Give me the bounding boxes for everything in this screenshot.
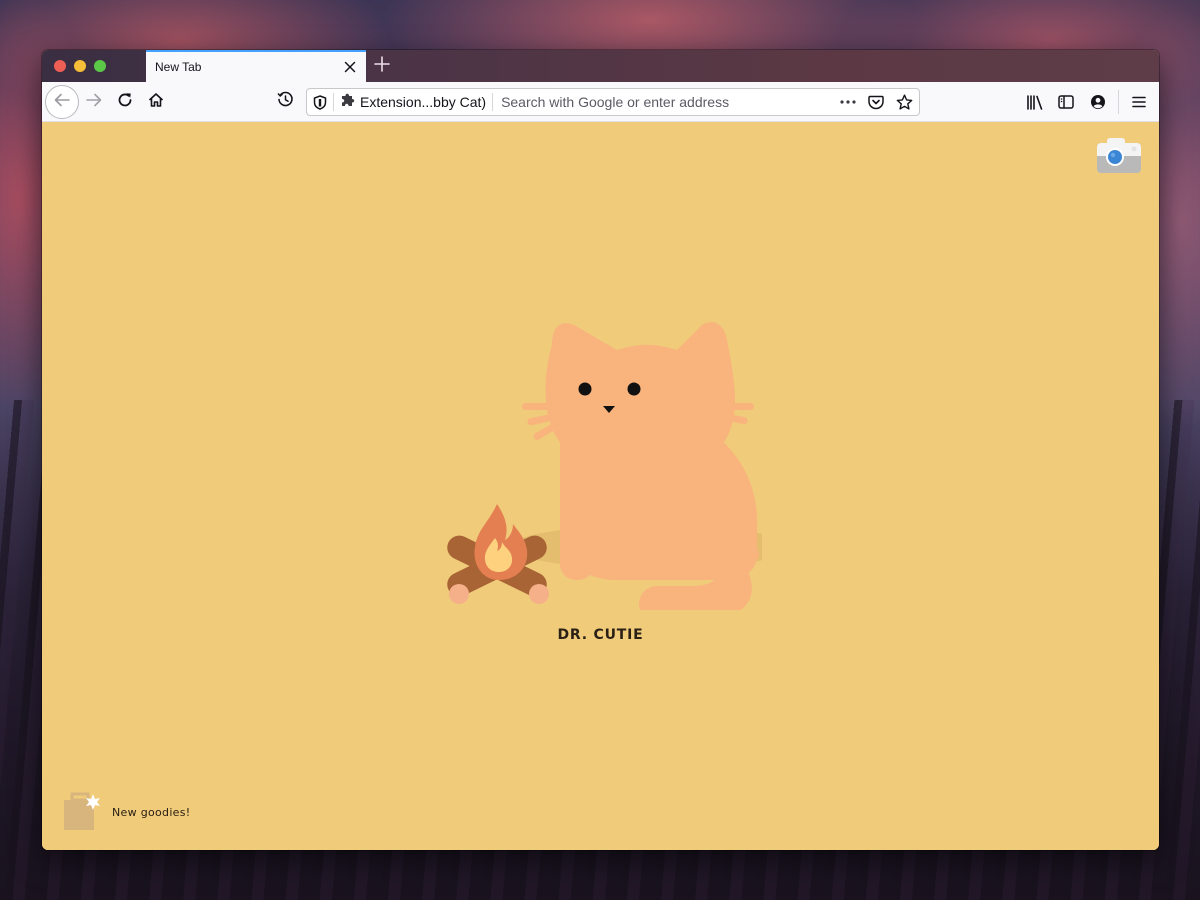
library-icon[interactable] — [1018, 86, 1050, 118]
divider — [1118, 90, 1119, 114]
campfire — [447, 504, 549, 604]
window-maximize-button[interactable] — [94, 60, 106, 72]
browser-window: New Tab Extension...bby Cat) Search with… — [42, 50, 1159, 850]
forward-button[interactable] — [78, 86, 110, 118]
pet-name: DR. CUTIE — [557, 627, 644, 643]
tab-title: New Tab — [155, 60, 202, 74]
reload-icon — [117, 92, 133, 113]
cat — [522, 322, 759, 622]
shield-icon[interactable] — [307, 89, 333, 115]
close-icon[interactable] — [338, 55, 362, 79]
home-icon — [148, 92, 164, 113]
arrow-left-icon — [53, 91, 71, 114]
pocket-icon[interactable] — [865, 91, 887, 113]
more-icon[interactable] — [837, 91, 859, 113]
window-close-button[interactable] — [54, 60, 66, 72]
home-button[interactable] — [140, 86, 172, 118]
plus-icon — [374, 55, 390, 77]
camera-icon — [1097, 138, 1141, 180]
shopping-bag-icon — [64, 790, 102, 835]
tab-bar: New Tab — [42, 50, 1159, 82]
address-bar: Extension...bby Cat) — [306, 88, 920, 116]
new-tab-button[interactable] — [368, 54, 396, 78]
new-goodies-button[interactable]: New goodies! — [64, 790, 190, 835]
window-minimize-button[interactable] — [74, 60, 86, 72]
puzzle-icon — [340, 92, 356, 113]
tab-new-tab[interactable]: New Tab — [146, 50, 366, 82]
camera-button[interactable] — [1097, 136, 1141, 176]
extension-identity[interactable]: Extension...bby Cat) — [334, 89, 492, 115]
pet-scene — [402, 310, 790, 622]
star-icon[interactable] — [893, 91, 915, 113]
extension-label: Extension...bby Cat) — [360, 94, 487, 110]
history-icon — [276, 91, 294, 113]
cat-eye-left — [578, 382, 592, 396]
goodies-label: New goodies! — [112, 806, 191, 819]
menu-icon[interactable] — [1123, 86, 1155, 118]
back-button[interactable] — [45, 85, 79, 119]
history-button[interactable] — [269, 86, 301, 118]
address-input[interactable] — [493, 89, 837, 115]
cat-eye-right — [627, 382, 641, 396]
navigation-toolbar: Extension...bby Cat) — [42, 82, 1159, 122]
account-icon[interactable] — [1082, 86, 1114, 118]
new-tab-page: DR. CUTIE New goodies! — [42, 122, 1159, 850]
arrow-right-icon — [85, 91, 103, 114]
reload-button[interactable] — [109, 86, 141, 118]
sidebar-icon[interactable] — [1050, 86, 1082, 118]
